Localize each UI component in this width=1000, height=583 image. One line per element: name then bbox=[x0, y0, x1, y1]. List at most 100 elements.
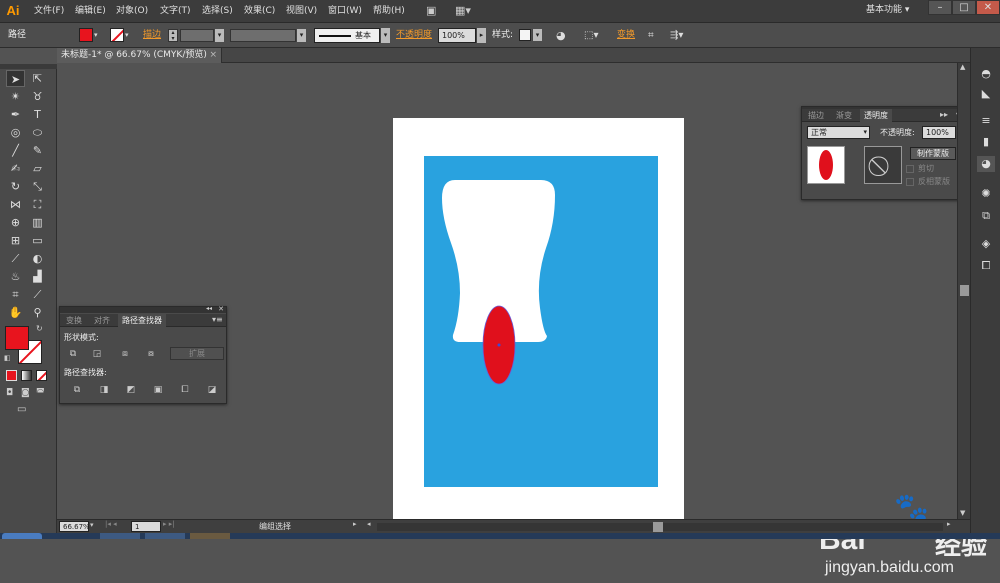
tab-transform[interactable]: 变换 bbox=[62, 314, 86, 327]
direct-selection-tool-icon[interactable]: ⇱ bbox=[28, 70, 47, 87]
column-graph-tool-icon[interactable]: ▟ bbox=[28, 268, 47, 285]
lasso-tool-icon[interactable]: ♉ bbox=[28, 88, 47, 105]
gradient-mode-icon[interactable] bbox=[21, 370, 32, 381]
eraser-tool-icon[interactable]: ▱ bbox=[28, 160, 47, 177]
default-fill-stroke-icon[interactable]: ◧ bbox=[4, 354, 11, 362]
zoom-field[interactable]: 66.67% bbox=[59, 521, 90, 532]
graphic-styles-icon[interactable]: ⧉ bbox=[977, 208, 995, 224]
menu-edit[interactable]: 编辑(E) bbox=[75, 4, 106, 19]
magic-wand-tool-icon[interactable]: ✴ bbox=[6, 88, 25, 105]
artboard[interactable] bbox=[393, 118, 684, 522]
exclude-icon[interactable]: ⧇ bbox=[144, 348, 158, 360]
artboards-panel-icon[interactable]: ⧠ bbox=[977, 258, 995, 274]
artboard-number-field[interactable]: 1 bbox=[131, 521, 161, 532]
draw-normal-icon[interactable]: ◘ bbox=[6, 388, 13, 398]
close-button[interactable]: ✕ bbox=[976, 0, 1000, 15]
minus-back-icon[interactable]: ◪ bbox=[205, 384, 219, 396]
minus-front-icon[interactable]: ◲ bbox=[90, 348, 104, 360]
opacity-field[interactable]: 100% bbox=[438, 28, 476, 43]
mask-thumbnail-empty-icon[interactable]: ⃠ bbox=[864, 146, 902, 184]
stroke-weight-stepper[interactable]: ▴ ▾ bbox=[168, 29, 178, 42]
screen-mode-icon[interactable]: ▭ bbox=[17, 404, 26, 415]
transparency-panel-icon[interactable]: ◕ bbox=[977, 156, 995, 172]
scale-tool-icon[interactable]: ⤡ bbox=[28, 178, 47, 195]
color-mode-icon[interactable] bbox=[6, 370, 17, 381]
make-mask-button[interactable]: 制作蒙版 bbox=[910, 147, 956, 160]
perspective-grid-tool-icon[interactable]: ▥ bbox=[28, 214, 47, 231]
close-document-icon[interactable]: × bbox=[209, 48, 217, 63]
expand-button[interactable]: 扩展 bbox=[170, 347, 224, 360]
tab-transparency[interactable]: 透明度 bbox=[860, 109, 892, 122]
canvas-area[interactable]: 描边 渐变 透明度 ▸▸ ▾≡ 正常 ▾ 不透明度: 100% ▸ ⃠ 制作蒙版… bbox=[57, 63, 987, 576]
unite-icon[interactable]: ⧉ bbox=[66, 348, 80, 360]
color-guide-icon[interactable]: ◣ bbox=[977, 86, 995, 102]
free-transform-tool-icon[interactable]: ⛶ bbox=[28, 196, 47, 213]
type-tool-icon[interactable]: T bbox=[28, 106, 47, 123]
vertical-scroll-thumb[interactable] bbox=[960, 285, 969, 296]
tab-gradient[interactable]: 渐变 bbox=[832, 109, 856, 122]
zoom-dropdown-icon[interactable]: ▾ bbox=[90, 521, 94, 529]
brush-definition-field[interactable]: 基本 bbox=[314, 28, 380, 43]
swap-fill-stroke-icon[interactable]: ↻ bbox=[36, 324, 43, 333]
clip-checkbox[interactable] bbox=[906, 165, 914, 173]
fill-dropdown-arrow-icon[interactable]: ▾ bbox=[94, 28, 98, 43]
menu-help[interactable]: 帮助(H) bbox=[373, 4, 405, 19]
fill-swatch[interactable] bbox=[79, 28, 93, 42]
workspace-switcher[interactable]: 基本功能 ▾ bbox=[866, 3, 909, 18]
mesh-tool-icon[interactable]: ⊞ bbox=[6, 232, 25, 249]
stroke-weight-field[interactable] bbox=[180, 29, 214, 42]
appearance-panel-icon[interactable]: ✺ bbox=[977, 186, 995, 202]
taskbar-item[interactable] bbox=[100, 533, 140, 539]
draw-behind-icon[interactable]: ◙ bbox=[21, 388, 30, 398]
panel-opacity-field[interactable]: 100% bbox=[922, 126, 956, 139]
horizontal-scroll-thumb[interactable] bbox=[653, 522, 663, 532]
outline-icon[interactable]: ⧠ bbox=[178, 384, 192, 396]
symbol-sprayer-tool-icon[interactable]: ♨ bbox=[6, 268, 25, 285]
blob-brush-tool-icon[interactable]: ✍ bbox=[6, 160, 25, 177]
gradient-tool-icon[interactable]: ▭ bbox=[28, 232, 47, 249]
trim-icon[interactable]: ◨ bbox=[97, 384, 111, 396]
align-icon[interactable]: ⬚▾ bbox=[584, 28, 598, 43]
next-artboard-icon[interactable]: ▸ ▸| bbox=[163, 520, 175, 528]
opacity-dropdown-icon[interactable]: ▸ bbox=[476, 28, 486, 43]
opacity-link[interactable]: 不透明度 bbox=[396, 28, 432, 43]
invert-mask-checkbox[interactable] bbox=[906, 178, 914, 186]
menu-window[interactable]: 窗口(W) bbox=[328, 4, 362, 19]
graphic-style-swatch[interactable] bbox=[519, 29, 531, 41]
menu-effect[interactable]: 效果(C) bbox=[244, 4, 275, 19]
pathfinder-collapse-icon[interactable]: ◂◂ bbox=[206, 305, 212, 312]
stroke-weight-dropdown-icon[interactable]: ▾ bbox=[214, 29, 224, 42]
pathfinder-menu-icon[interactable]: ▾≡ bbox=[212, 315, 223, 324]
status-menu-icon[interactable]: ▸ bbox=[353, 520, 357, 528]
scroll-left-icon[interactable]: ◂ bbox=[367, 520, 371, 528]
transform-link[interactable]: 变换 bbox=[617, 28, 635, 43]
stroke-swatch[interactable] bbox=[110, 28, 124, 42]
pencil-tool-icon[interactable]: ✎ bbox=[28, 142, 47, 159]
rotate-tool-icon[interactable]: ↻ bbox=[6, 178, 25, 195]
graphic-style-dropdown-icon[interactable]: ▾ bbox=[532, 29, 542, 41]
menu-object[interactable]: 对象(O) bbox=[116, 4, 148, 19]
selection-tool-icon[interactable]: ➤ bbox=[6, 70, 25, 87]
document-tab[interactable]: 未标题-1* @ 66.67% (CMYK/预览) × bbox=[57, 48, 222, 63]
minimize-button[interactable]: – bbox=[928, 0, 952, 15]
hand-tool-icon[interactable]: ✋ bbox=[6, 304, 25, 321]
divide-icon[interactable]: ⧉ bbox=[70, 384, 84, 396]
draw-inside-icon[interactable]: ◚ bbox=[36, 388, 45, 398]
taskbar-item[interactable] bbox=[145, 533, 185, 539]
scroll-up-icon[interactable]: ▲ bbox=[960, 63, 965, 71]
stroke-dropdown-arrow-icon[interactable]: ▾ bbox=[125, 28, 129, 43]
brush-dropdown-icon[interactable]: ▾ bbox=[380, 28, 390, 43]
width-tool-icon[interactable]: ⋈ bbox=[6, 196, 25, 213]
color-panel-icon[interactable]: ◓ bbox=[977, 66, 995, 82]
maximize-button[interactable]: □ bbox=[952, 0, 976, 15]
bridge-icon[interactable]: ▣ bbox=[426, 4, 436, 18]
scroll-right-icon[interactable]: ▸ bbox=[947, 520, 951, 528]
variable-width-dropdown-icon[interactable]: ▾ bbox=[296, 29, 306, 42]
stroke-panel-icon[interactable]: ≡ bbox=[977, 113, 995, 129]
tab-pathfinder[interactable]: 路径查找器 bbox=[118, 314, 166, 327]
fill-color-box-front[interactable] bbox=[5, 326, 29, 350]
stroke-link[interactable]: 描边 bbox=[143, 28, 161, 43]
eyedropper-tool-icon[interactable]: ⟋ bbox=[6, 250, 25, 267]
slice-tool-icon[interactable]: ⟋ bbox=[28, 286, 47, 303]
menu-file[interactable]: 文件(F) bbox=[34, 4, 64, 19]
